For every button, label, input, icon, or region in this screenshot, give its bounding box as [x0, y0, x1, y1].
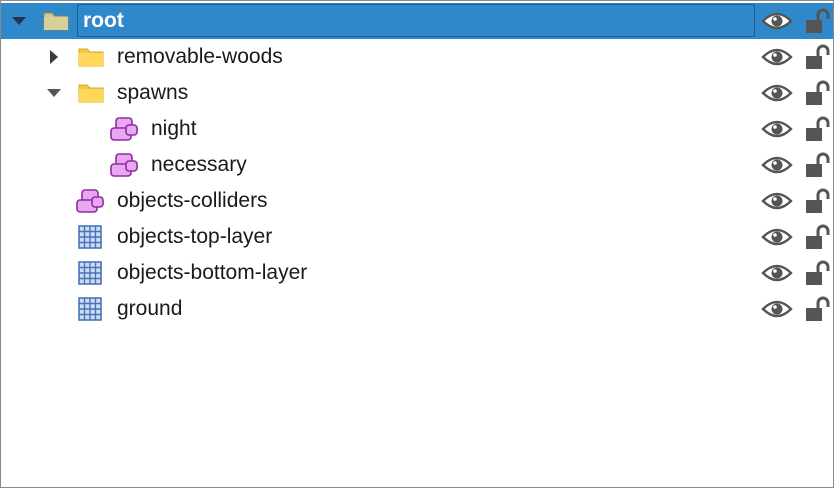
eye-icon[interactable]: [761, 117, 793, 141]
layer-row-removable-woods[interactable]: removable-woods: [1, 39, 833, 75]
unlocked-icon[interactable]: [803, 187, 831, 215]
layer-name: necessary: [151, 153, 247, 176]
layer-row-objects-top-layer[interactable]: objects-top-layer: [1, 219, 833, 255]
object-layer-icon: [75, 189, 105, 213]
layer-name: night: [151, 117, 197, 140]
layers-panel: root removable-woods spawns night necess…: [0, 0, 834, 488]
unlocked-icon[interactable]: [803, 259, 831, 287]
layer-row-root[interactable]: root: [1, 3, 833, 39]
layer-name: ground: [117, 297, 183, 320]
tile-layer-icon: [77, 297, 107, 321]
layer-row-objects-colliders[interactable]: objects-colliders: [1, 183, 833, 219]
folder-icon: [41, 9, 71, 33]
layer-name: objects-bottom-layer: [117, 261, 308, 284]
unlocked-icon[interactable]: [803, 115, 831, 143]
folder-icon: [76, 81, 106, 105]
unlocked-icon[interactable]: [803, 43, 831, 71]
eye-icon[interactable]: [761, 189, 793, 213]
tile-layer-icon: [77, 225, 107, 249]
object-layer-icon: [109, 153, 139, 177]
layer-name: objects-top-layer: [117, 225, 273, 248]
layer-row-ground[interactable]: ground: [1, 291, 833, 327]
eye-icon[interactable]: [761, 45, 793, 69]
layer-name: objects-colliders: [117, 189, 268, 212]
layer-row-night[interactable]: night: [1, 111, 833, 147]
expanded-arrow-icon[interactable]: [44, 75, 64, 111]
layer-row-objects-bottom-layer[interactable]: objects-bottom-layer: [1, 255, 833, 291]
eye-icon[interactable]: [761, 9, 793, 33]
unlocked-icon[interactable]: [803, 295, 831, 323]
unlocked-icon[interactable]: [803, 79, 831, 107]
eye-icon[interactable]: [761, 225, 793, 249]
unlocked-icon[interactable]: [803, 151, 831, 179]
expanded-arrow-icon[interactable]: [9, 3, 29, 39]
layer-row-spawns[interactable]: spawns: [1, 75, 833, 111]
layer-name: spawns: [117, 81, 189, 104]
selection-frame: [77, 4, 755, 37]
collapsed-arrow-icon[interactable]: [44, 39, 64, 75]
unlocked-icon[interactable]: [803, 223, 831, 251]
layer-name: root: [83, 9, 124, 32]
object-layer-icon: [109, 117, 139, 141]
eye-icon[interactable]: [761, 153, 793, 177]
eye-icon[interactable]: [761, 81, 793, 105]
tile-layer-icon: [77, 261, 107, 285]
unlocked-icon[interactable]: [803, 7, 831, 35]
layer-name: removable-woods: [117, 45, 283, 68]
folder-icon: [76, 45, 106, 69]
eye-icon[interactable]: [761, 297, 793, 321]
eye-icon[interactable]: [761, 261, 793, 285]
layer-row-necessary[interactable]: necessary: [1, 147, 833, 183]
